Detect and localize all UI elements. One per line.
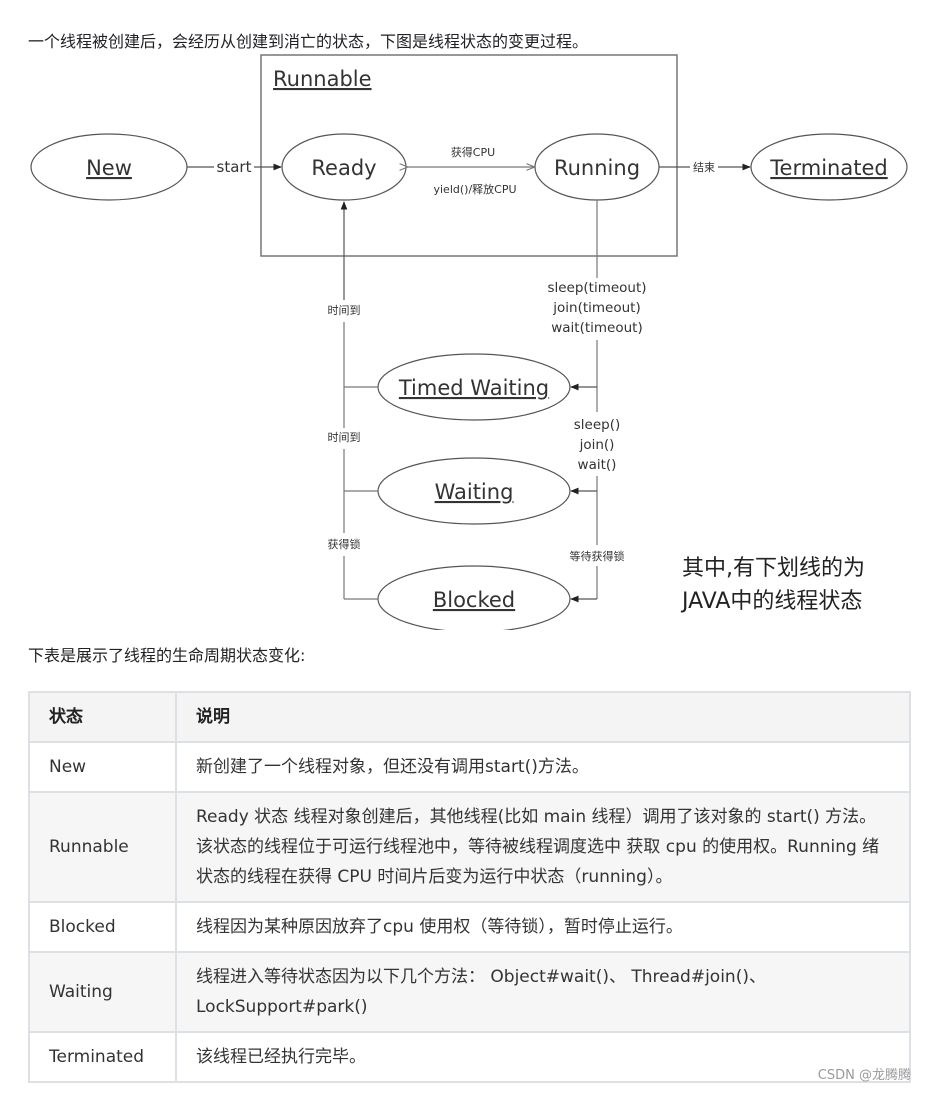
diagram-note-line-2: JAVA中的线程状态 [682,589,863,614]
header-description: 说明 [175,691,911,743]
row-description: 线程进入等待状态因为以下几个方法： Object#wait()、 Thread#… [175,951,911,1033]
state-ready-label: Ready [311,156,376,180]
row-state: New [28,741,177,793]
table-row: Terminated 该线程已经执行完毕。 [28,1031,911,1083]
wait-method-1: sleep() [574,417,621,433]
diagram-note-line-1: 其中,有下划线的为 [682,556,865,581]
row-description: Ready 状态 线程对象创建后，其他线程(比如 main 线程）调用了该对象的… [175,791,911,903]
intro-paragraph: 一个线程被创建后，会经历从创建到消亡的状态，下图是线程状态的变更过程。 [28,32,589,51]
table-row: Blocked 线程因为某种原因放弃了cpu 使用权（等待锁），暂时停止运行。 [28,901,911,953]
edge-finish-label: 结束 [693,161,715,174]
row-state: Runnable [28,791,177,903]
table-intro: 下表是展示了线程的生命周期状态变化: [28,646,306,665]
row-description: 新创建了一个线程对象，但还没有调用start()方法。 [175,741,911,793]
edge-wait-lock-label: 等待获得锁 [570,549,625,563]
watermark: CSDN @龙腾腾 [817,1068,911,1083]
row-state: Terminated [28,1031,177,1083]
edge-yield-label: yield()/释放CPU [433,182,516,196]
row-description: 线程因为某种原因放弃了cpu 使用权（等待锁），暂时停止运行。 [175,901,911,953]
thread-state-diagram: Runnable New Ready Running Terminated Ti… [30,54,908,630]
timeout-method-3: wait(timeout) [551,320,643,336]
timeout-method-1: sleep(timeout) [547,280,646,296]
thread-states-table: 状态 说明 New 新创建了一个线程对象，但还没有调用start()方法。 Ru… [28,691,911,1083]
wait-method-2: join() [579,437,615,453]
diagram-note: 其中,有下划线的为 JAVA中的线程状态 [682,552,865,618]
header-state: 状态 [28,691,177,743]
edge-time-up-label-1: 时间到 [328,304,361,317]
edge-get-lock-label: 获得锁 [328,537,361,551]
table-row: New 新创建了一个线程对象，但还没有调用start()方法。 [28,741,911,793]
row-description: 该线程已经执行完毕。 [175,1031,911,1083]
runnable-group-label: Runnable [273,67,372,91]
state-terminated-label: Terminated [769,156,887,180]
wait-method-3: wait() [578,457,617,473]
table-header-row: 状态 说明 [28,691,911,743]
row-state: Waiting [28,951,177,1033]
state-blocked-label: Blocked [433,588,515,612]
state-waiting-label: Waiting [435,480,514,504]
state-running-label: Running [554,156,640,180]
state-new-label: New [86,156,132,180]
edge-time-up-label-2: 时间到 [328,431,361,444]
timeout-method-2: join(timeout) [552,300,640,316]
table-row: Waiting 线程进入等待状态因为以下几个方法： Object#wait()、… [28,951,911,1033]
table-row: Runnable Ready 状态 线程对象创建后，其他线程(比如 main 线… [28,791,911,903]
row-state: Blocked [28,901,177,953]
state-timed-waiting-label: Timed Waiting [398,376,549,400]
edge-start-label: start [217,158,252,176]
edge-get-cpu-label: 获得CPU [451,146,495,159]
